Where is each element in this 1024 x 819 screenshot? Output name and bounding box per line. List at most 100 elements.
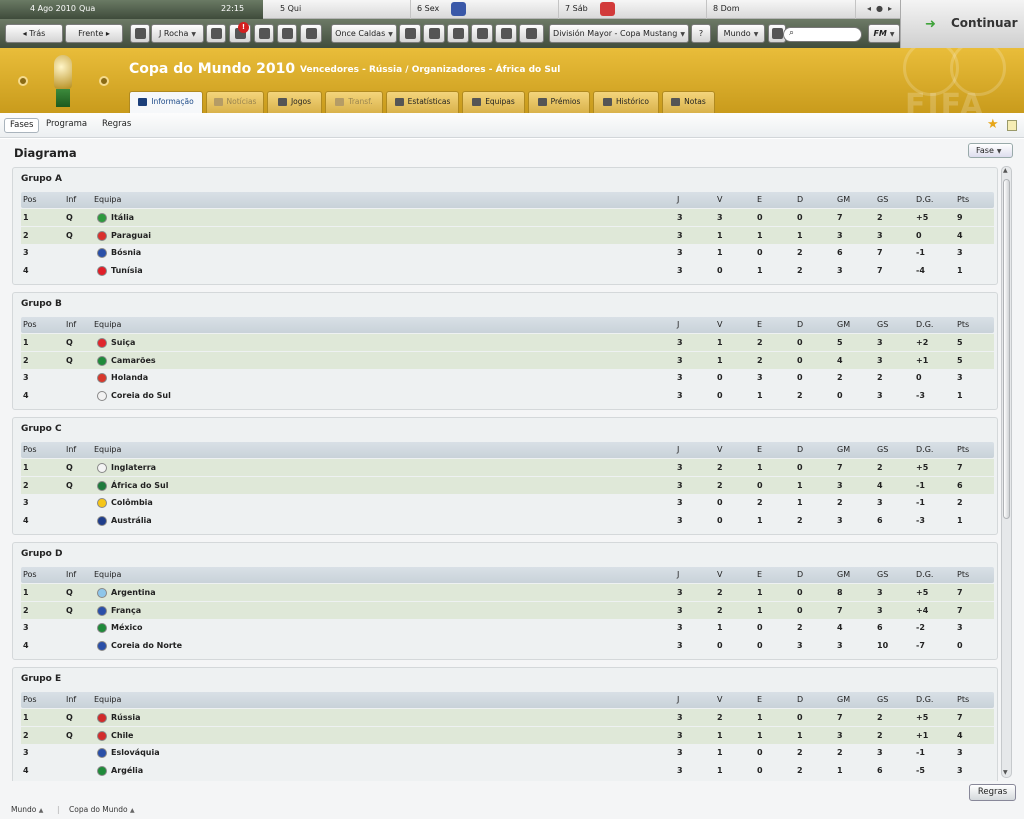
table-row[interactable]: 4 Tunísia 3 0 1 2 3 7 -4 1 xyxy=(21,262,994,279)
column-header[interactable]: GM xyxy=(837,442,850,458)
tab-premios[interactable]: Prémios xyxy=(528,91,590,113)
column-header[interactable]: GM xyxy=(837,567,850,583)
column-header[interactable]: D xyxy=(797,442,803,458)
team-name[interactable]: México xyxy=(111,619,143,636)
club-crest-icon[interactable] xyxy=(600,2,615,16)
competition-help-button[interactable]: ? xyxy=(691,24,711,43)
column-header[interactable]: Equipa xyxy=(94,317,121,333)
column-header[interactable]: Pos xyxy=(23,442,37,458)
phone-button[interactable] xyxy=(300,24,322,43)
column-header[interactable]: J xyxy=(677,442,679,458)
column-header[interactable]: E xyxy=(757,192,762,208)
column-header[interactable]: E xyxy=(757,692,762,708)
breadcrumb-world[interactable]: Mundo ▲ xyxy=(11,805,43,814)
team-name[interactable]: Tunísia xyxy=(111,262,143,279)
add-note-icon[interactable] xyxy=(1007,120,1017,131)
team-name[interactable]: Inglaterra xyxy=(111,459,156,476)
manager-menu[interactable]: J Rocha ▼ xyxy=(151,24,204,43)
team-name[interactable]: Argélia xyxy=(111,762,143,779)
column-header[interactable]: Pts xyxy=(957,567,969,583)
column-header[interactable]: GS xyxy=(877,442,888,458)
team-name[interactable]: Paraguai xyxy=(111,227,151,244)
team-name[interactable]: Chile xyxy=(111,727,133,744)
table-row[interactable]: 1 Q Argentina 3 2 1 0 8 3 +5 7 xyxy=(21,584,994,601)
table-row[interactable]: 2 Q Paraguai 3 1 1 1 3 3 0 4 xyxy=(21,226,994,244)
column-header[interactable]: D xyxy=(797,692,803,708)
squad-button[interactable] xyxy=(399,24,421,43)
team-name[interactable]: Coreia do Norte xyxy=(111,637,182,654)
team-name[interactable]: África do Sul xyxy=(111,477,169,494)
column-header[interactable]: Pos xyxy=(23,192,37,208)
table-row[interactable]: 3 Bósnia 3 1 0 2 6 7 -1 3 xyxy=(21,244,994,261)
scrollbar-thumb[interactable] xyxy=(1003,179,1010,519)
home-button[interactable] xyxy=(130,24,150,43)
next-item-button[interactable] xyxy=(99,76,109,86)
column-header[interactable]: Inf xyxy=(66,192,76,208)
column-header[interactable]: GM xyxy=(837,692,850,708)
team-name[interactable]: Suiça xyxy=(111,334,135,351)
column-header[interactable]: Pos xyxy=(23,692,37,708)
column-header[interactable]: GS xyxy=(877,317,888,333)
column-header[interactable]: J xyxy=(677,567,679,583)
club-menu[interactable]: Once Caldas ▼ xyxy=(331,24,397,43)
continue-button[interactable]: ➜ Continuar xyxy=(900,0,1024,48)
subtab-programa[interactable]: Programa xyxy=(41,118,92,133)
column-header[interactable]: E xyxy=(757,567,762,583)
team-name[interactable]: Colômbia xyxy=(111,494,153,511)
table-row[interactable]: 3 Eslováquia 3 1 0 2 2 3 -1 3 xyxy=(21,744,994,761)
table-row[interactable]: 4 Austrália 3 0 1 2 3 6 -3 1 xyxy=(21,512,994,529)
column-header[interactable]: Inf xyxy=(66,442,76,458)
back-button[interactable]: ◂ Trás xyxy=(5,24,63,43)
team-name[interactable]: Rússia xyxy=(111,709,141,726)
table-row[interactable]: 4 Coreia do Sul 3 0 1 2 0 3 -3 1 xyxy=(21,387,994,404)
column-header[interactable]: Equipa xyxy=(94,192,121,208)
column-header[interactable]: D.G. xyxy=(916,442,933,458)
tactics-button[interactable] xyxy=(423,24,445,43)
briefcase-button[interactable] xyxy=(254,24,274,43)
column-header[interactable]: Pos xyxy=(23,317,37,333)
world-menu[interactable]: Mundo ▼ xyxy=(717,24,765,43)
favourite-star-icon[interactable]: ★ xyxy=(987,117,999,132)
subtab-regras[interactable]: Regras xyxy=(97,118,136,133)
table-row[interactable]: 2 Q França 3 2 1 0 7 3 +4 7 xyxy=(21,601,994,619)
profile-button[interactable] xyxy=(277,24,297,43)
training-button[interactable] xyxy=(447,24,469,43)
column-header[interactable]: V xyxy=(717,442,722,458)
scroll-up-icon[interactable]: ▲ xyxy=(1003,167,1008,174)
column-header[interactable]: GS xyxy=(877,192,888,208)
column-header[interactable]: Pts xyxy=(957,442,969,458)
table-row[interactable]: 3 Holanda 3 0 3 0 2 2 0 3 xyxy=(21,369,994,386)
table-row[interactable]: 1 Q Suiça 3 1 2 0 5 3 +2 5 xyxy=(21,334,994,351)
subtab-fases[interactable]: Fases xyxy=(4,118,40,133)
tab-noticias[interactable]: Notícias xyxy=(206,91,264,113)
table-row[interactable]: 4 Argélia 3 1 0 2 1 6 -5 3 xyxy=(21,762,994,779)
forward-button[interactable]: Frente ▸ xyxy=(65,24,123,43)
team-name[interactable]: Eslováquia xyxy=(111,744,160,761)
table-row[interactable]: 3 Colômbia 3 0 2 1 2 3 -1 2 xyxy=(21,494,994,511)
column-header[interactable]: V xyxy=(717,192,722,208)
table-row[interactable]: 4 Coreia do Norte 3 0 0 3 3 10 -7 0 xyxy=(21,637,994,654)
column-header[interactable]: Pts xyxy=(957,317,969,333)
team-name[interactable]: Bósnia xyxy=(111,244,141,261)
column-header[interactable]: D xyxy=(797,317,803,333)
transfer-button[interactable] xyxy=(206,24,226,43)
team-name[interactable]: Itália xyxy=(111,209,134,226)
column-header[interactable]: Pts xyxy=(957,692,969,708)
column-header[interactable]: J xyxy=(677,317,679,333)
table-row[interactable]: 1 Q Itália 3 3 0 0 7 2 +5 9 xyxy=(21,209,994,226)
column-header[interactable]: D xyxy=(797,567,803,583)
vertical-scrollbar[interactable]: ▲ ▼ xyxy=(1001,166,1012,778)
table-row[interactable]: 2 Q Chile 3 1 1 1 3 2 +1 4 xyxy=(21,726,994,744)
column-header[interactable]: D.G. xyxy=(916,567,933,583)
team-name[interactable]: Holanda xyxy=(111,369,148,386)
column-header[interactable]: D.G. xyxy=(916,192,933,208)
column-header[interactable]: Pts xyxy=(957,192,969,208)
prev-item-button[interactable] xyxy=(18,76,28,86)
tab-equipas[interactable]: Equipas xyxy=(462,91,525,113)
tab-informacao[interactable]: Informação xyxy=(129,91,203,113)
column-header[interactable]: Inf xyxy=(66,692,76,708)
column-header[interactable]: V xyxy=(717,317,722,333)
rules-button[interactable]: Regras xyxy=(969,784,1016,801)
column-header[interactable]: Inf xyxy=(66,567,76,583)
table-row[interactable]: 1 Q Inglaterra 3 2 1 0 7 2 +5 7 xyxy=(21,459,994,476)
